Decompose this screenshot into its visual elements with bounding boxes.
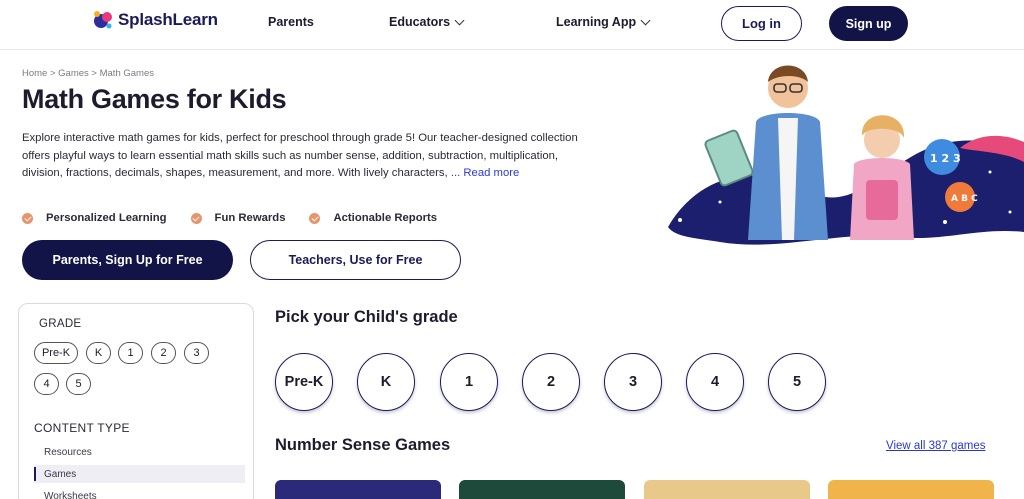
game-card-thumbnail[interactable] <box>644 480 810 499</box>
feature-item: Actionable Reports <box>309 212 437 224</box>
grade-chip-1[interactable]: 1 <box>118 342 143 364</box>
content-type-resources[interactable]: Resources <box>34 443 245 461</box>
view-all-games-link[interactable]: View all 387 games <box>886 440 986 452</box>
feature-label: Fun Rewards <box>214 212 286 224</box>
nav-educators-label: Educators <box>389 15 451 29</box>
content-type-worksheets[interactable]: Worksheets <box>34 487 245 499</box>
grade-button-2[interactable]: 2 <box>522 353 580 411</box>
grade-button-4[interactable]: 4 <box>686 353 744 411</box>
check-circle-icon <box>22 212 33 224</box>
nav-parents[interactable]: Parents <box>268 15 314 29</box>
game-card-thumbnail[interactable] <box>459 480 625 499</box>
hero-description: Explore interactive math games for kids,… <box>22 130 582 183</box>
grade-chip-4[interactable]: 4 <box>34 373 59 395</box>
grade-button-k[interactable]: K <box>357 353 415 411</box>
splashlearn-logo[interactable]: SplashLearn <box>92 9 218 31</box>
top-navigation-bar: SplashLearn Parents Educators Learning A… <box>0 0 1024 50</box>
check-circle-icon <box>309 212 321 224</box>
nav-parents-label: Parents <box>268 15 314 29</box>
feature-label: Personalized Learning <box>46 212 167 224</box>
page-title: Math Games for Kids <box>22 84 287 114</box>
number-sense-section-title: Number Sense Games <box>275 436 451 454</box>
grade-button-1[interactable]: 1 <box>440 353 498 411</box>
svg-text:1 2 3: 1 2 3 <box>930 152 961 165</box>
grade-chip-2[interactable]: 2 <box>151 342 176 364</box>
login-button[interactable]: Log in <box>721 6 802 41</box>
chevron-down-icon <box>640 15 651 25</box>
game-card-thumbnail[interactable] <box>828 480 994 499</box>
nav-learning-app[interactable]: Learning App <box>556 15 651 29</box>
game-card-thumbnail[interactable] <box>275 480 441 499</box>
grade-filter-heading: GRADE <box>39 318 82 330</box>
feature-list: Personalized Learning Fun Rewards Action… <box>22 212 461 224</box>
feature-item: Personalized Learning <box>22 212 167 224</box>
grade-chip-3[interactable]: 3 <box>184 342 209 364</box>
teachers-signup-button[interactable]: Teachers, Use for Free <box>250 240 461 280</box>
splashlearn-logo-icon <box>92 9 114 31</box>
feature-item: Fun Rewards <box>190 212 286 224</box>
hero-illustration: 1 2 3 A B C <box>660 52 1024 252</box>
breadcrumb[interactable]: Home > Games > Math Games <box>22 68 154 79</box>
feature-label: Actionable Reports <box>333 212 438 224</box>
grade-chip-k[interactable]: K <box>86 342 111 364</box>
filter-sidebar: GRADE Pre-K K 1 2 3 4 5 CONTENT TYPE Res… <box>18 303 254 499</box>
check-circle-icon <box>190 212 202 224</box>
content-type-games[interactable]: Games <box>34 465 245 483</box>
nav-educators[interactable]: Educators <box>389 15 465 29</box>
grade-button-3[interactable]: 3 <box>604 353 662 411</box>
grade-button-pre-k[interactable]: Pre-K <box>275 353 333 411</box>
nav-learning-app-label: Learning App <box>556 15 637 29</box>
signup-button[interactable]: Sign up <box>829 6 908 41</box>
svg-text:A B C: A B C <box>951 194 978 204</box>
grade-button-5[interactable]: 5 <box>768 353 826 411</box>
grade-chip-pre-k[interactable]: Pre-K <box>34 342 78 364</box>
content-type-heading: CONTENT TYPE <box>34 421 130 435</box>
read-more-link[interactable]: ... Read more <box>451 167 519 179</box>
chevron-down-icon <box>454 15 465 25</box>
parents-signup-button[interactable]: Parents, Sign Up for Free <box>22 240 233 280</box>
grade-picker-title: Pick your Child's grade <box>275 308 458 326</box>
brand-name: SplashLearn <box>118 10 218 29</box>
grade-chip-5[interactable]: 5 <box>66 373 91 395</box>
